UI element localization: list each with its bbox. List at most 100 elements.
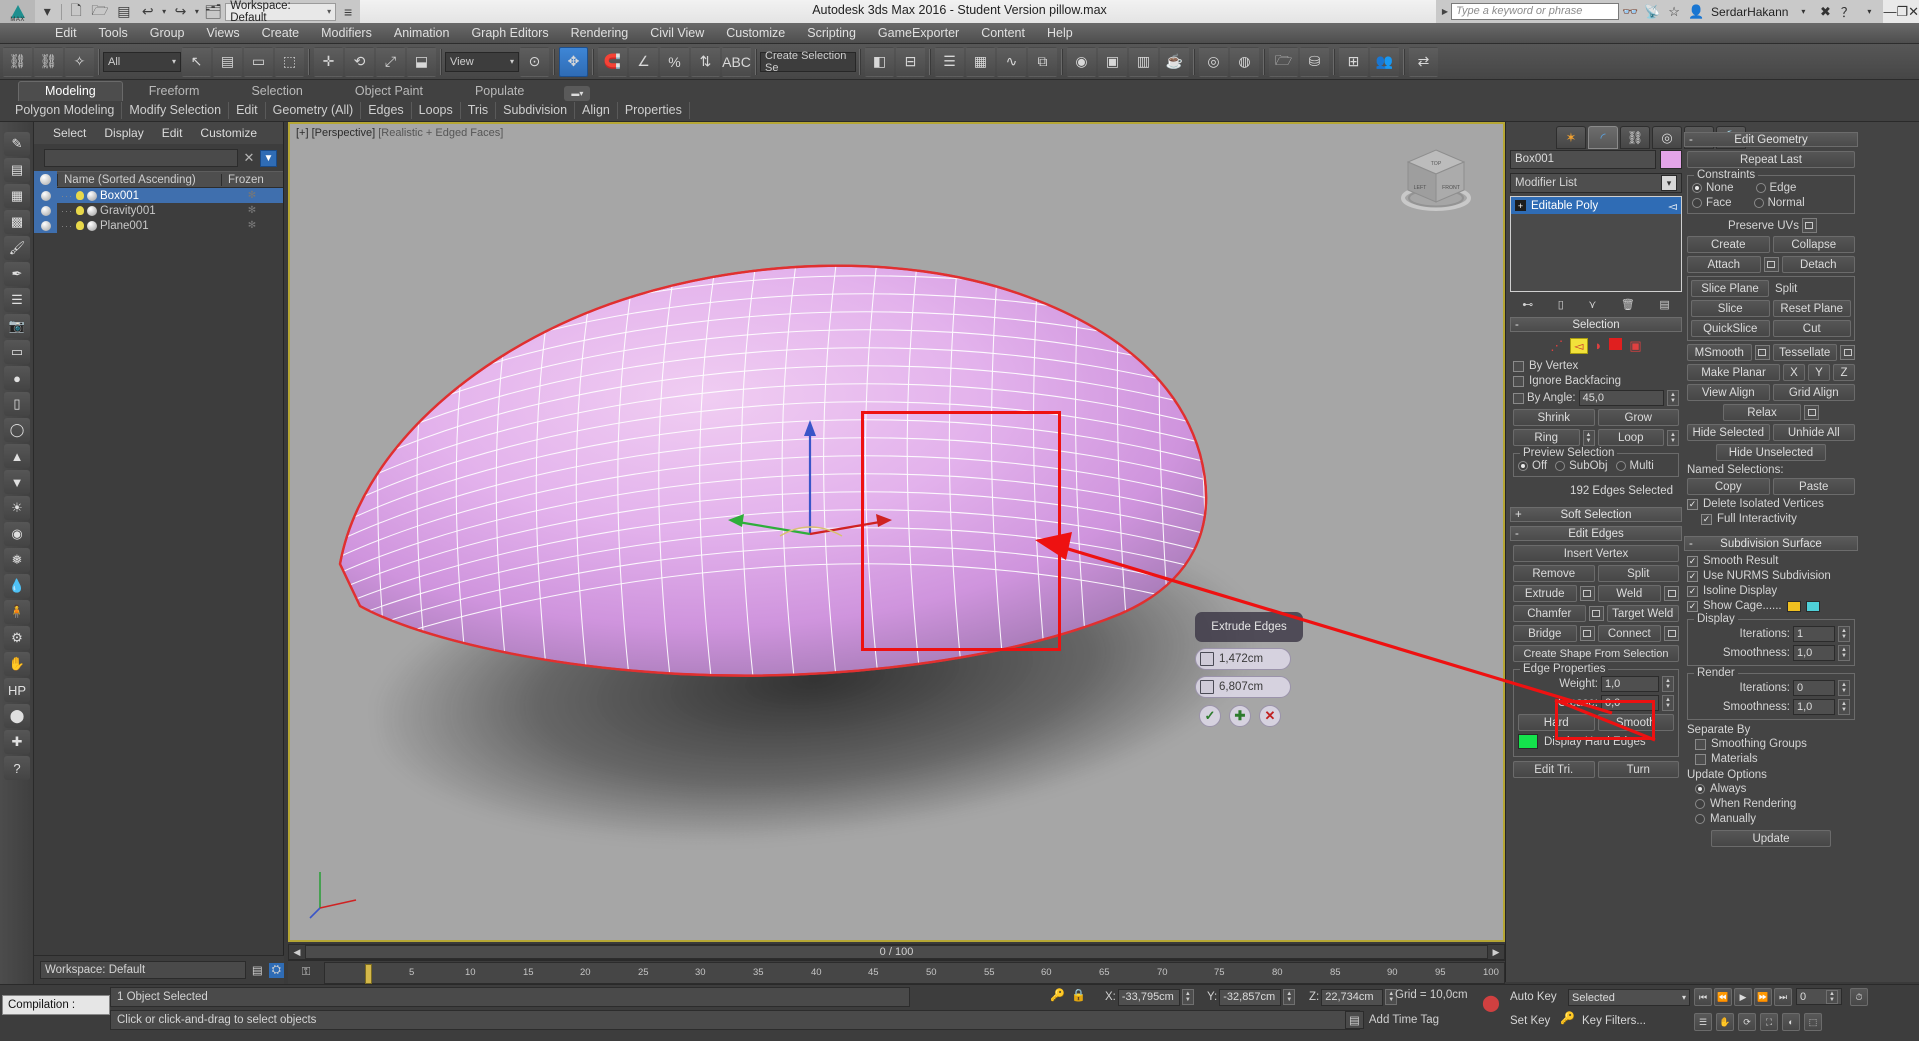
tessellate-settings-button[interactable] xyxy=(1840,345,1855,360)
by-vertex-checkbox[interactable]: By Vertex xyxy=(1513,360,1679,372)
isoline-display-checkbox[interactable]: ✓ Isoline Display xyxy=(1687,585,1855,597)
unlink-icon[interactable]: ⛓ xyxy=(34,47,63,77)
vertex-icon[interactable]: ⋰ xyxy=(1550,338,1563,354)
constraint-normal-radio[interactable]: Normal xyxy=(1754,197,1805,209)
perspective-viewport[interactable]: [+] [Perspective] [Realistic + Edged Fac… xyxy=(288,122,1505,942)
hard-button[interactable]: Hard xyxy=(1518,714,1595,731)
display-smoothness-spinner[interactable]: ▲▼ xyxy=(1838,645,1850,661)
ribbon-panel-loops[interactable]: Loops xyxy=(412,102,461,119)
constraint-none-radio[interactable]: None xyxy=(1692,182,1734,194)
layers-footer-icon[interactable]: ▤ xyxy=(252,963,263,977)
display-iterations-input[interactable]: 1 xyxy=(1793,626,1835,642)
ribbon-tab-populate[interactable]: Populate xyxy=(449,82,550,101)
make-planar-y-button[interactable]: Y xyxy=(1808,364,1830,381)
slice-plane-button[interactable]: Slice Plane xyxy=(1691,280,1769,297)
goto-end-icon[interactable]: ⏭ xyxy=(1774,988,1792,1006)
modify-tab[interactable]: ◜ xyxy=(1588,126,1618,149)
compilation-field[interactable]: Compilation : xyxy=(2,995,110,1015)
scene-explorer-menu-customize[interactable]: Customize xyxy=(191,126,266,140)
hierarchy-tab[interactable]: ⛓ xyxy=(1620,126,1650,149)
scene-explorer-menu-edit[interactable]: Edit xyxy=(153,126,192,140)
view-cube[interactable]: TOP LEFT FRONT xyxy=(1393,136,1479,222)
smoothing-groups-checkbox[interactable]: Smoothing Groups xyxy=(1687,738,1855,750)
scene-object-row-plane001[interactable]: ··· Plane001 ✻ xyxy=(34,218,283,233)
select-and-scale-icon[interactable]: ⤢ xyxy=(376,47,405,77)
cylinder-icon[interactable]: ▯ xyxy=(4,392,30,416)
update-button[interactable]: Update xyxy=(1711,830,1831,847)
create-tab[interactable]: ✶ xyxy=(1556,126,1586,149)
ribbon-tab-selection[interactable]: Selection xyxy=(225,82,328,101)
loop-button[interactable]: Loop xyxy=(1598,429,1665,446)
by-angle-spinner[interactable]: ▲▼ xyxy=(1667,390,1679,406)
visibility-toggle-icon[interactable] xyxy=(34,218,57,233)
trackbar-filter-icon[interactable]: ⚿ xyxy=(288,962,324,984)
project-folder-icon[interactable]: 🗁 xyxy=(1269,47,1298,77)
object-name-input[interactable]: Box001 xyxy=(1510,150,1656,169)
ball-icon[interactable]: ⬤ xyxy=(4,704,30,728)
edit-tri-button[interactable]: Edit Tri. xyxy=(1513,761,1595,778)
angle-snap-icon[interactable]: ∠ xyxy=(629,47,658,77)
close-button[interactable]: ✕ xyxy=(1908,0,1919,23)
help-caret-icon[interactable]: ▾ xyxy=(1858,0,1880,23)
turn-button[interactable]: Turn xyxy=(1598,761,1680,778)
frozen-cell[interactable]: ✻ xyxy=(221,205,283,216)
grid-align-button[interactable]: Grid Align xyxy=(1773,384,1856,401)
msmooth-settings-button[interactable] xyxy=(1755,345,1770,360)
ribbon-panel-polygon-modeling[interactable]: Polygon Modeling xyxy=(8,102,122,119)
binoculars-icon[interactable]: 👓 xyxy=(1619,0,1641,23)
paint-icon[interactable]: 🖌 xyxy=(4,236,30,260)
frozen-cell[interactable]: ✻ xyxy=(221,220,283,231)
display-iterations-spinner[interactable]: ▲▼ xyxy=(1838,626,1850,642)
modifier-stack[interactable]: + Editable Poly ◅ xyxy=(1510,196,1682,292)
caddy-apply-plus-icon[interactable]: ✚ xyxy=(1229,705,1251,727)
shrink-button[interactable]: Shrink xyxy=(1513,409,1595,426)
edge-icon[interactable]: ◅ xyxy=(1570,338,1587,354)
key-filters-label[interactable]: Key Filters... xyxy=(1582,1015,1646,1027)
grow-button[interactable]: Grow xyxy=(1598,409,1680,426)
chart-icon[interactable]: ▩ xyxy=(4,210,30,234)
spinner-snap-icon[interactable]: ⇅ xyxy=(691,47,720,77)
hard-edge-color-swatch[interactable] xyxy=(1518,734,1538,749)
chamfer-settings-button[interactable] xyxy=(1589,606,1604,621)
extrude-button[interactable]: Extrude xyxy=(1513,585,1577,602)
droplet-icon[interactable]: 💧 xyxy=(4,574,30,598)
play-icon[interactable]: ▶ xyxy=(1734,988,1752,1006)
hp-icon[interactable]: HP xyxy=(4,678,30,702)
align-icon[interactable]: ⊟ xyxy=(896,47,925,77)
collapse-button[interactable]: Collapse xyxy=(1773,236,1856,253)
crease-input[interactable]: 0,0 xyxy=(1601,695,1659,711)
clear-search-icon[interactable]: ✕ xyxy=(242,150,256,166)
scroll-right-arrow-icon[interactable]: ▶ xyxy=(1488,947,1504,958)
y-coordinate[interactable]: Y: -32,857cm ▲▼ xyxy=(1207,987,1295,1007)
frozen-cell[interactable]: ✻ xyxy=(221,190,283,201)
percent-snap-icon[interactable]: % xyxy=(660,47,689,77)
menu-item-edit[interactable]: Edit xyxy=(44,23,88,44)
ribbon-panel-properties[interactable]: Properties xyxy=(618,102,690,119)
x-coordinate[interactable]: X: -33,795cm ▲▼ xyxy=(1105,987,1194,1007)
bridge-button[interactable]: Bridge xyxy=(1513,625,1577,642)
schematic-view-icon[interactable]: ⧉ xyxy=(1028,47,1057,77)
update-always-radio[interactable]: Always xyxy=(1687,783,1855,795)
full-interactivity-checkbox[interactable]: ✓ Full Interactivity xyxy=(1687,513,1855,525)
menu-item-views[interactable]: Views xyxy=(195,23,250,44)
filter-funnel-icon[interactable]: ▼ xyxy=(260,150,277,167)
split-button[interactable]: Split xyxy=(1598,565,1680,582)
snaps-toggle-icon[interactable]: 🧲 xyxy=(598,47,627,77)
extrude-settings-button[interactable] xyxy=(1580,586,1595,601)
menu-item-rendering[interactable]: Rendering xyxy=(560,23,640,44)
minimize-button[interactable]: — xyxy=(1883,0,1896,23)
menu-item-scripting[interactable]: Scripting xyxy=(796,23,867,44)
render-iterations-input[interactable]: 0 xyxy=(1793,680,1835,696)
scroll-left-arrow-icon[interactable]: ◀ xyxy=(289,947,305,958)
ribbon-panel-modify-selection[interactable]: Modify Selection xyxy=(122,102,229,119)
save-icon[interactable]: ▤ xyxy=(112,1,136,23)
question-icon[interactable]: ? xyxy=(4,756,30,780)
snowflake-icon[interactable]: ❅ xyxy=(4,548,30,572)
workspace-footer-dropdown[interactable]: Workspace: Default xyxy=(40,961,246,979)
list-icon[interactable]: ☰ xyxy=(4,288,30,312)
window-crossing-icon[interactable]: ⬚ xyxy=(275,47,304,77)
previous-frame-icon[interactable]: ⏪ xyxy=(1714,988,1732,1006)
use-pivot-center-icon[interactable]: ⊙ xyxy=(520,47,549,77)
populate-icon[interactable]: 👥 xyxy=(1370,47,1399,77)
edit-named-selection-icon[interactable]: ABC xyxy=(722,47,751,77)
